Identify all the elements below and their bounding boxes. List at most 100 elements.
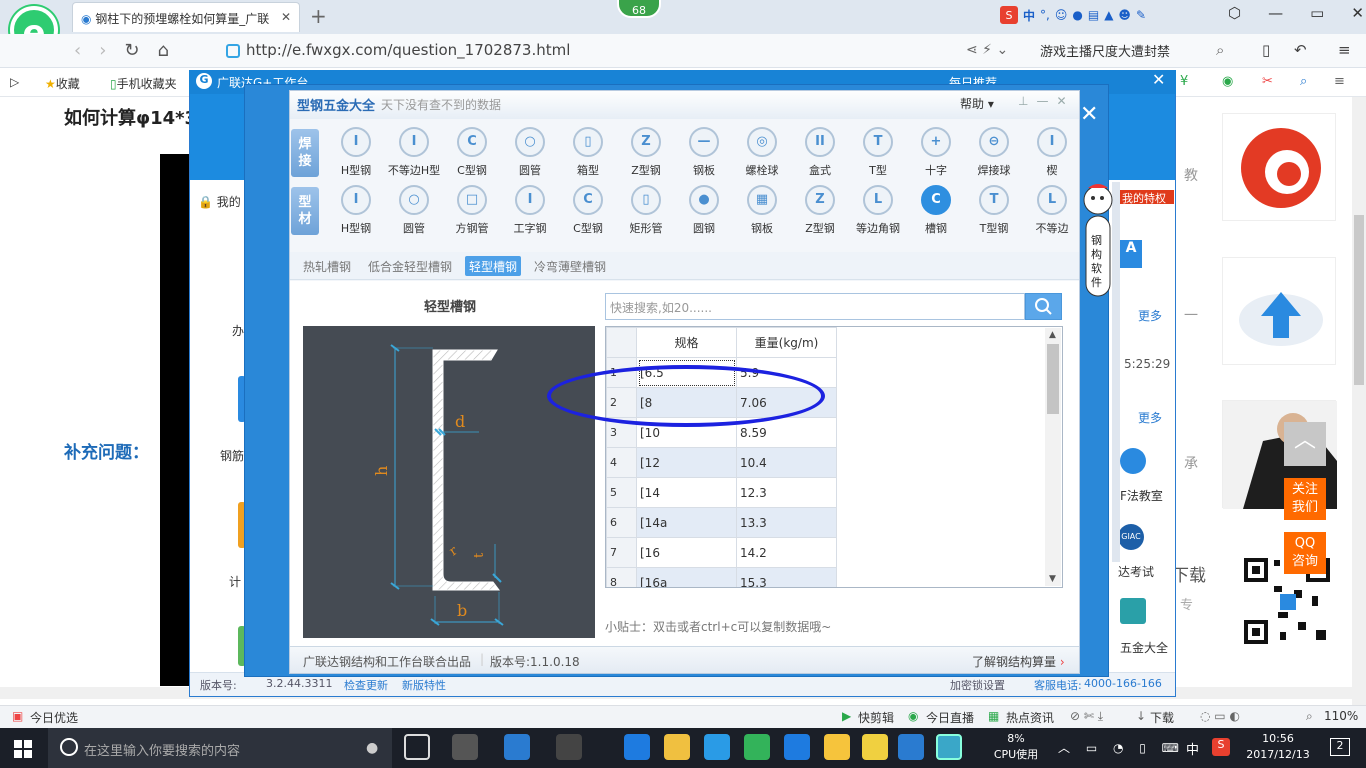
user-icon[interactable]: ☻ — [1118, 8, 1131, 22]
back-icon[interactable]: ‹ — [74, 40, 81, 61]
close-icon[interactable]: ✕ — [1351, 4, 1364, 28]
row2-item-6[interactable]: ● 圆钢 — [676, 185, 732, 241]
taskbar-help-icon[interactable] — [862, 734, 888, 760]
spec-search-button[interactable] — [1025, 293, 1062, 320]
ad-card-logo[interactable] — [1222, 113, 1336, 221]
weight-cell[interactable]: 12.3 — [736, 477, 837, 508]
taskbar-plus-icon[interactable] — [784, 734, 810, 760]
punctuation-icon[interactable]: °, — [1040, 8, 1050, 22]
gld-hardware-icon[interactable] — [1120, 598, 1146, 624]
tools-icon[interactable]: ✎ — [1136, 8, 1146, 22]
subtab-cold-formed[interactable]: 冷弯薄壁槽钢 — [530, 256, 610, 276]
browser-search-input[interactable]: 游戏主播尺度大遭封禁 — [1040, 38, 1240, 62]
weight-cell[interactable]: 13.3 — [736, 507, 837, 538]
undo-icon[interactable]: ↶ — [1294, 41, 1307, 59]
weight-cell[interactable]: 10.4 — [736, 447, 837, 478]
row2-item-3[interactable]: I 工字钢 — [502, 185, 558, 241]
table-row[interactable]: 7 [16 14.2 — [606, 537, 837, 568]
ime-indicator[interactable]: 中 — [1186, 739, 1199, 758]
notification-badge[interactable]: 68 — [617, 0, 661, 18]
sidebar-toggle-icon[interactable]: ▷ — [10, 75, 19, 89]
row1-item-10[interactable]: + 十字 — [908, 127, 964, 183]
scroll-up-icon[interactable]: ▲ — [1049, 330, 1056, 340]
help-menu[interactable]: 帮助 ▾ — [960, 95, 994, 112]
row2-item-11[interactable]: T T型钢 — [966, 185, 1022, 241]
ad-card-upload[interactable] — [1222, 257, 1336, 365]
row1-item-8[interactable]: II 盒式 — [792, 127, 848, 183]
row1-item-0[interactable]: I H型钢 — [328, 127, 384, 183]
back-to-top-button[interactable]: ︿ — [1284, 422, 1326, 466]
row2-item-8[interactable]: Z Z型钢 — [792, 185, 848, 241]
gld-law-icon[interactable] — [1120, 448, 1146, 474]
row2-item-4[interactable]: C C型钢 — [560, 185, 616, 241]
ime-chinese-label[interactable]: 中 — [1023, 7, 1035, 24]
tab-close-icon[interactable]: ✕ — [281, 10, 291, 24]
gld-lock-settings[interactable]: 加密锁设置 — [950, 677, 1005, 693]
daily-picks[interactable]: 今日优选 — [30, 709, 78, 726]
gld-more-link-1[interactable]: 更多 — [1138, 307, 1162, 324]
row2-item-7[interactable]: ▦ 钢板 — [734, 185, 790, 241]
row2-item-1[interactable]: ○ 圆管 — [386, 185, 442, 241]
mic-icon[interactable]: ● — [1072, 8, 1082, 22]
row1-item-12[interactable]: I楔 — [1024, 127, 1080, 183]
taskbar-app-spiral-icon[interactable] — [556, 734, 582, 760]
weight-cell[interactable]: 14.2 — [736, 537, 837, 568]
bookmark-mobile[interactable]: ▯手机收藏夹 — [110, 75, 177, 92]
gld-more-link-2[interactable]: 更多 — [1138, 409, 1162, 426]
shirt-icon[interactable]: ⬡ — [1228, 4, 1241, 28]
table-row[interactable]: 4 [12 10.4 — [606, 447, 837, 478]
maximize-icon[interactable]: ▭ — [1310, 4, 1324, 28]
taskbar-edge-icon[interactable] — [504, 734, 530, 760]
learn-steel-link[interactable]: 了解钢结构算量 › — [972, 653, 1065, 670]
page-scrollbar-thumb[interactable] — [1354, 215, 1364, 385]
notification-center-icon[interactable]: 2 — [1330, 738, 1350, 756]
taskbar-app-fan-icon[interactable] — [452, 734, 478, 760]
gld-new-features[interactable]: 新版特性 — [402, 677, 446, 693]
task-view-icon[interactable] — [404, 734, 430, 760]
spec-cell[interactable]: [14 — [636, 477, 737, 508]
app-close-icon[interactable]: ✕ — [1056, 94, 1074, 108]
follow-us-button[interactable]: 关注 我们 — [1284, 478, 1326, 520]
home-icon[interactable]: ⌂ — [158, 40, 169, 61]
row2-item-10[interactable]: C 槽钢 — [908, 185, 964, 241]
window-close-x-icon[interactable]: ✕ — [1080, 102, 1098, 127]
qq-consult-button[interactable]: QQ 咨询 — [1284, 532, 1326, 574]
share-icon[interactable]: ⋖ ⚡ ⌄ — [966, 42, 1008, 58]
status-tools-icons[interactable]: ⊘ ✄ ⤓ — [1070, 709, 1103, 724]
status-live[interactable]: 今日直播 — [926, 709, 974, 726]
extension-search-icon[interactable]: ⌕ — [1300, 74, 1307, 89]
taskbar-search-input[interactable]: 在这里输入你要搜索的内容 — [48, 728, 392, 768]
spec-cell[interactable]: [12 — [636, 447, 737, 478]
spec-cell[interactable]: [14a — [636, 507, 737, 538]
windows-start-icon[interactable] — [14, 740, 32, 758]
subtab-hot-rolled[interactable]: 热轧槽钢 — [299, 256, 355, 276]
search-icon[interactable]: ⌕ — [1216, 41, 1224, 59]
gld-exam-icon[interactable]: GIAC — [1118, 524, 1144, 550]
table-row[interactable]: 5 [14 12.3 — [606, 477, 837, 508]
taskbar-folder-icon[interactable] — [664, 734, 690, 760]
bookmark-favorites[interactable]: ★收藏 — [45, 75, 80, 92]
pin-icon[interactable]: ⊥ — [1018, 94, 1036, 108]
emoji-icon[interactable]: ☺ — [1055, 8, 1068, 22]
more-icon[interactable]: ≡ — [1334, 74, 1345, 89]
taskbar-ie-e-icon[interactable] — [624, 734, 650, 760]
status-misc-icons[interactable]: ◌ ▭ ◐ — [1200, 709, 1240, 723]
taskbar-mic-icon[interactable]: ● — [366, 740, 378, 756]
sogou-tray-icon[interactable]: S — [1212, 738, 1230, 756]
gld-privilege[interactable]: 我的特权 — [1120, 190, 1174, 205]
url-input[interactable]: http://e.fwxgx.com/question_1702873.html — [226, 40, 946, 62]
gld-check-update[interactable]: 检查更新 — [344, 677, 388, 693]
spec-search-input[interactable]: 快速搜索,如20...... — [605, 293, 1025, 320]
gld-app-a-icon[interactable]: A — [1120, 240, 1142, 268]
gld-side-lock[interactable]: 🔒 我的 — [198, 193, 241, 210]
table-scrollbar-thumb[interactable] — [1047, 344, 1059, 414]
row1-item-9[interactable]: T T型 — [850, 127, 906, 183]
gld-close-icon[interactable]: ✕ — [1152, 70, 1165, 89]
row1-item-3[interactable]: ○ 圆管 — [502, 127, 558, 183]
taskbar-hardware-icon[interactable] — [936, 734, 962, 760]
taskbar-notes-icon[interactable] — [824, 734, 850, 760]
new-tab-button[interactable]: + — [310, 4, 327, 28]
extension-game-icon[interactable]: ◉ — [1222, 74, 1233, 89]
spec-cell[interactable]: [16a — [636, 567, 737, 587]
page-scrollbar[interactable] — [1352, 97, 1366, 705]
